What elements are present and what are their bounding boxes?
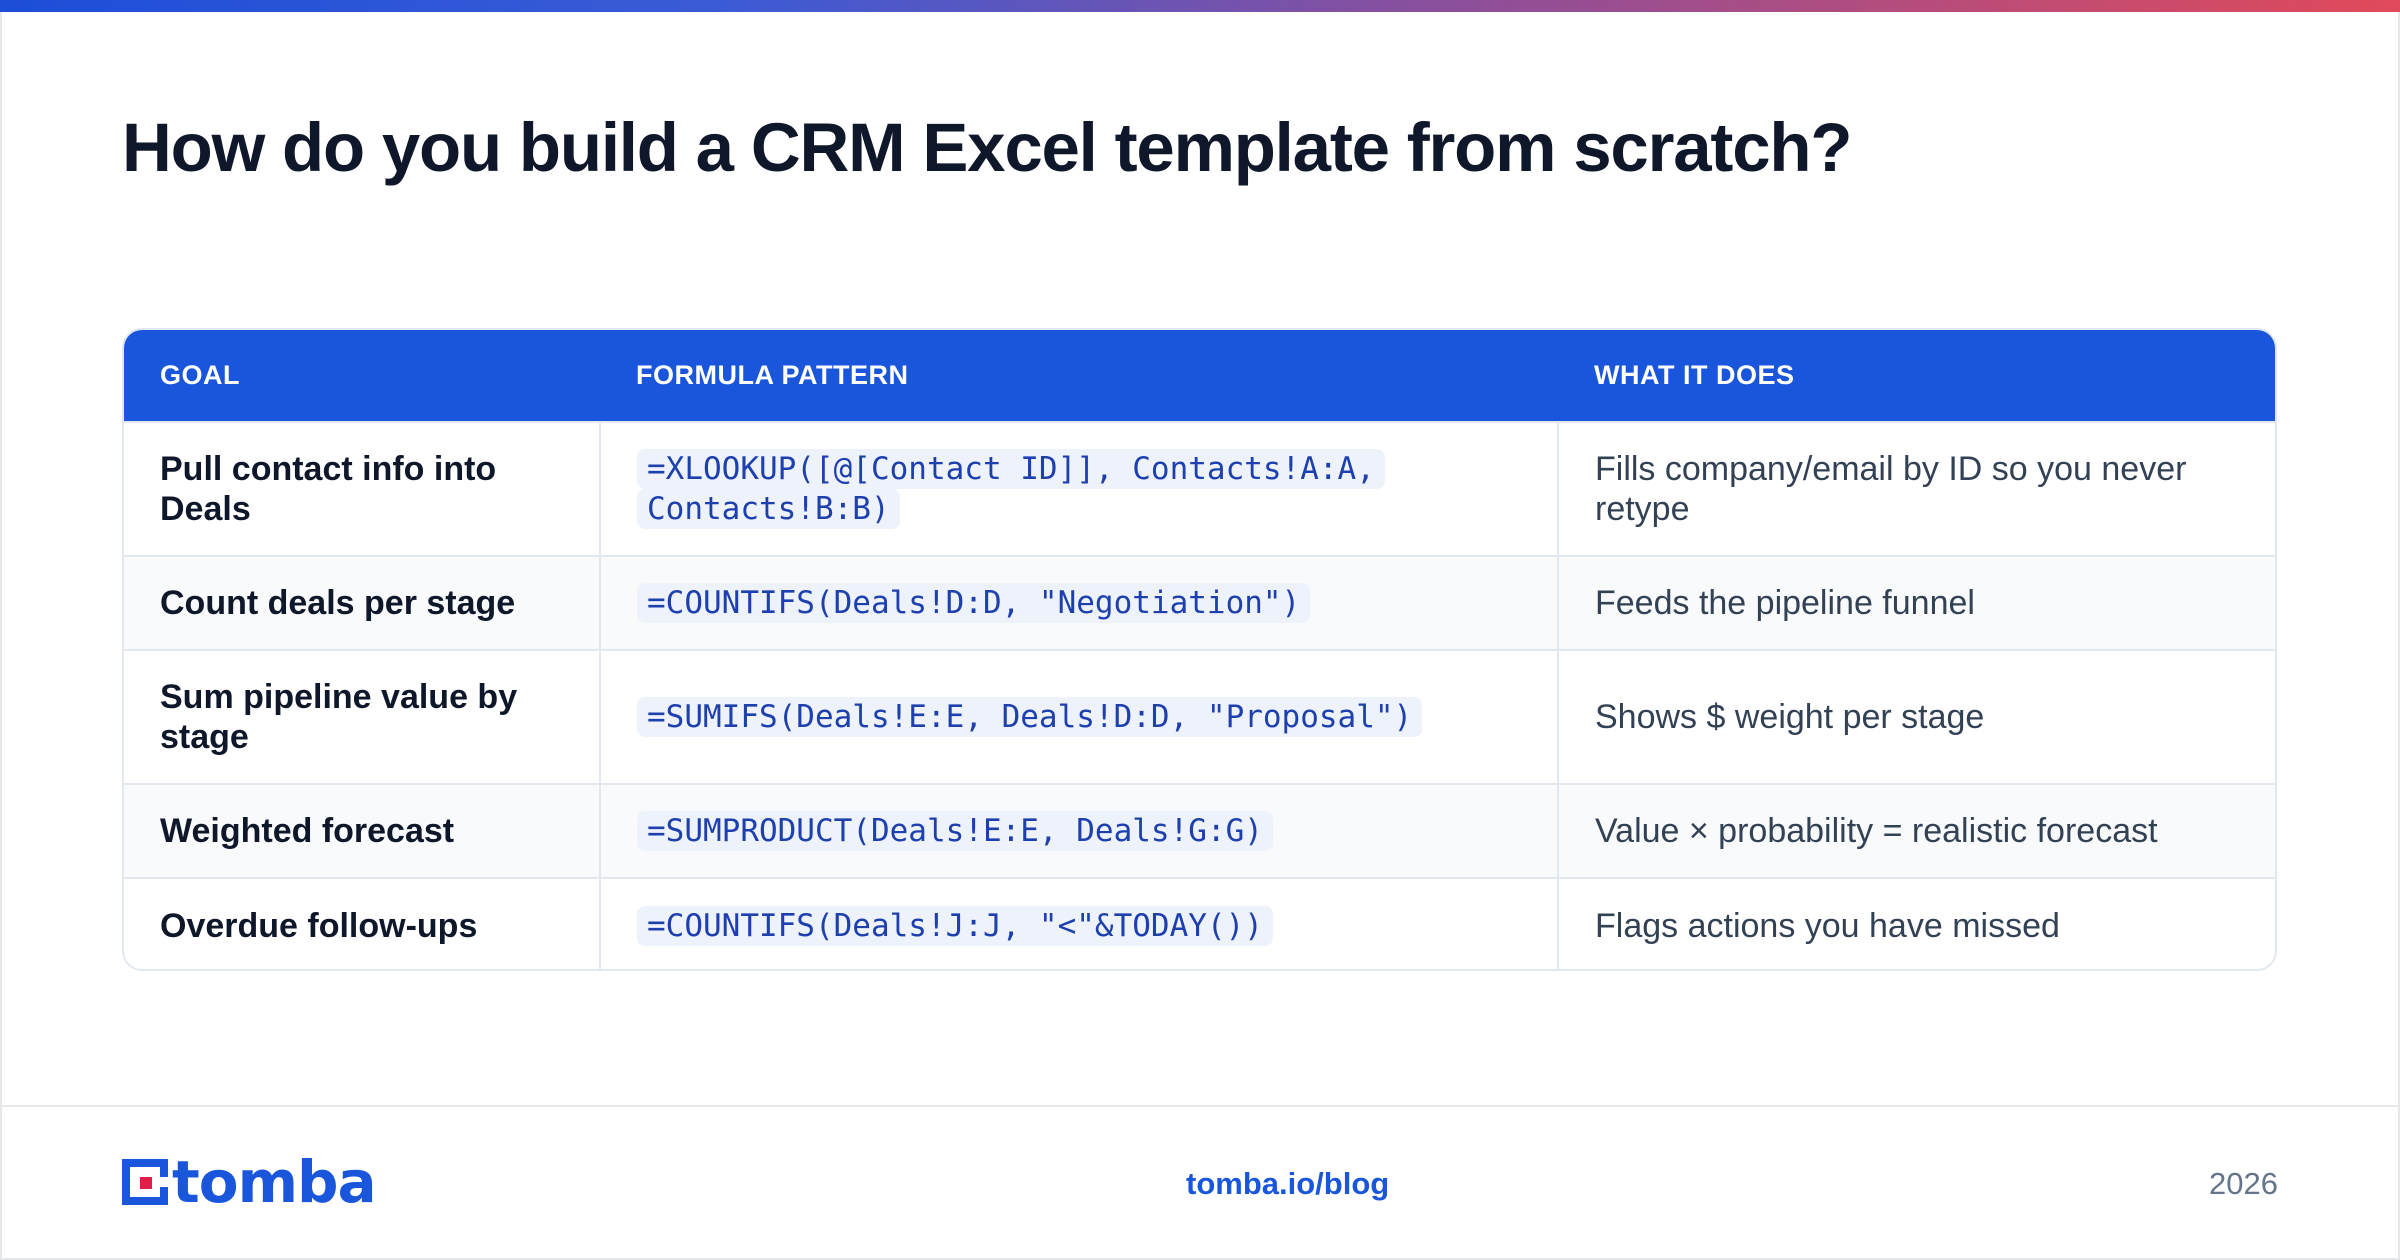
formula-code: =SUMIFS(Deals!E:E, Deals!D:D, "Proposal"… [637,697,1423,737]
table-row: Weighted forecast =SUMPRODUCT(Deals!E:E,… [124,784,2275,878]
description-cell: Flags actions you have missed [1557,878,2275,969]
table-row: Overdue follow-ups =COUNTIFS(Deals!J:J, … [124,878,2275,969]
goal-cell: Overdue follow-ups [160,906,478,945]
goal-cell: Count deals per stage [160,584,516,622]
footer-divider [0,1105,2400,1107]
logo-wordmark: tomba [172,1148,377,1216]
formula-cell: =SUMPRODUCT(Deals!E:E, Deals!G:G) [599,784,1558,878]
table-header-row: GOAL FORMULA PATTERN WHAT IT DOES [124,330,2275,422]
page-title: How do you build a CRM Excel template fr… [122,109,1852,186]
goal-cell: Weighted forecast [160,812,455,850]
formula-code: =SUMPRODUCT(Deals!E:E, Deals!G:G) [637,811,1273,851]
description-cell: Value × probability = realistic forecast [1557,784,2275,878]
formula-table: GOAL FORMULA PATTERN WHAT IT DOES Pull c… [122,328,2277,971]
description-cell: Shows $ weight per stage [1557,650,2275,784]
table-row: Sum pipeline value by stage =SUMIFS(Deal… [124,650,2275,784]
formula-code: =XLOOKUP([@[Contact ID]], Contacts!A:A, … [637,449,1385,529]
goal-cell: Sum pipeline value by stage [160,678,518,756]
formula-cell: =SUMIFS(Deals!E:E, Deals!D:D, "Proposal"… [599,650,1558,784]
goal-cell: Pull contact info into Deals [160,450,497,528]
description-cell: Fills company/email by ID so you never r… [1557,422,2275,556]
table-row: Count deals per stage =COUNTIFS(Deals!D:… [124,556,2275,650]
formula-code: =COUNTIFS(Deals!J:J, "<"&TODAY()) [637,905,1273,946]
accent-gradient-bar [0,0,2400,12]
tomba-logo[interactable]: tomba [122,1148,377,1216]
formula-cell: =COUNTIFS(Deals!J:J, "<"&TODAY()) [599,878,1558,969]
table-row: Pull contact info into Deals =XLOOKUP([@… [124,422,2275,556]
formula-cell: =COUNTIFS(Deals!D:D, "Negotiation") [599,556,1558,650]
column-header-formula: FORMULA PATTERN [636,360,909,390]
blog-link[interactable]: tomba.io/blog [1186,1166,1389,1202]
footer-year: 2026 [2209,1166,2278,1201]
formula-code: =COUNTIFS(Deals!D:D, "Negotiation") [637,583,1311,623]
description-cell: Feeds the pipeline funnel [1557,556,2275,650]
column-header-what-it-does: WHAT IT DOES [1594,360,1795,390]
tomba-logo-icon [122,1159,168,1205]
column-header-goal: GOAL [160,360,240,390]
formula-cell: =XLOOKUP([@[Contact ID]], Contacts!A:A, … [599,422,1558,556]
